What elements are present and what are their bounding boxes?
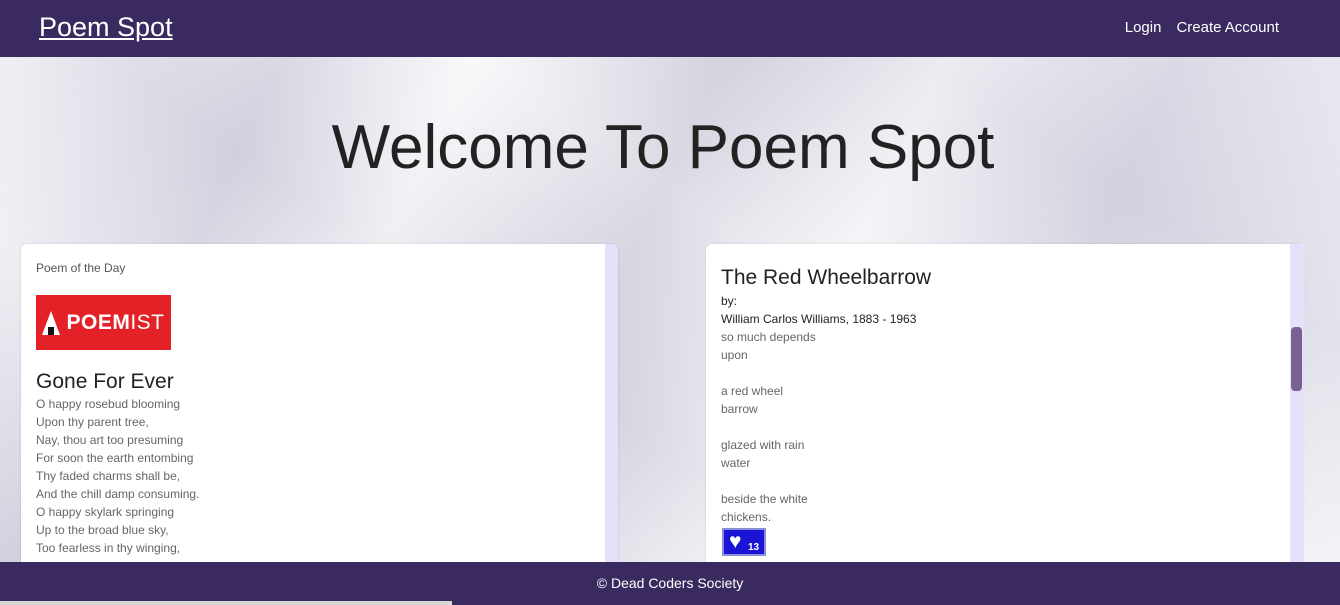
footer-copyright: © Dead Coders Society xyxy=(596,575,744,591)
poem-author: William Carlos Williams, 1883 - 1963 xyxy=(721,312,917,326)
poem-line xyxy=(721,472,816,490)
featured-poem-title: The Red Wheelbarrow xyxy=(721,266,932,289)
like-button[interactable]: ♥ 13 xyxy=(722,528,766,556)
poem-line: Too fearless in thy winging, xyxy=(36,541,181,555)
poem-body: O happy rosebud blooming Upon thy parent… xyxy=(36,395,199,557)
poem-line: For soon the earth entombing xyxy=(36,451,194,465)
poem-line: Up to the broad blue sky, xyxy=(36,523,169,537)
logo-text-suffix: IST xyxy=(130,310,165,334)
poem-title: Gone For Ever xyxy=(36,370,174,393)
poem-line xyxy=(721,418,816,436)
featured-poem-body: so much depends upon a red wheel barrow … xyxy=(721,328,816,526)
poemist-logo[interactable]: POEM IST xyxy=(36,295,171,350)
login-link[interactable]: Login xyxy=(1125,19,1162,36)
poem-line: beside the white xyxy=(721,492,808,506)
poem-line: O happy rosebud blooming xyxy=(36,397,181,411)
poem-line: glazed with rain xyxy=(721,438,805,452)
poem-line: Thy faded charms shall be, xyxy=(36,469,181,483)
poem-author-block: by: William Carlos Williams, 1883 - 1963 xyxy=(721,292,916,328)
poem-line: And the chill damp consuming. xyxy=(36,487,200,501)
pencil-icon xyxy=(42,310,61,335)
like-count: 13 xyxy=(748,542,760,553)
poem-line: so much depends xyxy=(721,330,816,344)
navbar: Poem Spot Login Create Account xyxy=(0,0,1340,57)
footer: © Dead Coders Society xyxy=(0,562,1340,605)
card-scrollbar-thumb[interactable] xyxy=(1291,327,1302,391)
logo-text-prefix: POEM xyxy=(66,310,131,334)
poem-of-day-label: Poem of the Day xyxy=(36,261,126,275)
featured-poem-card: The Red Wheelbarrow by: William Carlos W… xyxy=(706,244,1303,562)
card-edge xyxy=(605,244,618,562)
poem-line: Upon thy parent tree, xyxy=(36,415,149,429)
create-account-link[interactable]: Create Account xyxy=(1176,19,1279,36)
nav-links: Login Create Account xyxy=(1125,19,1279,36)
heart-icon: ♥ xyxy=(729,530,742,553)
brand-link[interactable]: Poem Spot xyxy=(39,12,173,43)
poem-line: Nay, thou art too presuming xyxy=(36,433,184,447)
page-title: Welcome To Poem Spot xyxy=(331,113,995,182)
poem-line: chickens. xyxy=(721,510,772,524)
card-scrollbar-track[interactable] xyxy=(1290,244,1304,562)
poem-line: upon xyxy=(721,348,748,362)
poem-line: O happy skylark springing xyxy=(36,505,175,519)
poem-line: a red wheel xyxy=(721,384,784,398)
poem-of-day-card: Poem of the Day POEM IST Gone For Ever O … xyxy=(21,244,618,562)
poem-line: water xyxy=(721,456,751,470)
poem-line: barrow xyxy=(721,402,758,416)
by-label: by: xyxy=(721,294,738,308)
horizontal-scrollbar[interactable] xyxy=(0,601,452,605)
poem-line xyxy=(721,364,816,382)
